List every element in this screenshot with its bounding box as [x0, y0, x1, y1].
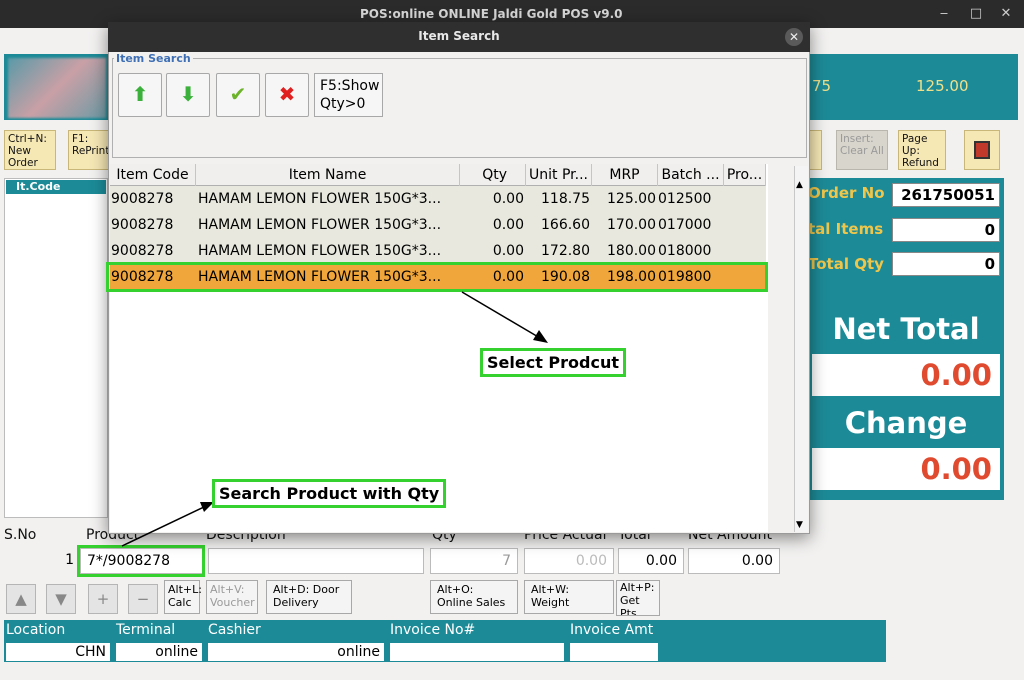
annotation-arrows: [121, 291, 548, 547]
search-product-callout: Search Product with Qty: [212, 479, 447, 508]
select-product-callout: Select Prodcut: [480, 348, 626, 377]
